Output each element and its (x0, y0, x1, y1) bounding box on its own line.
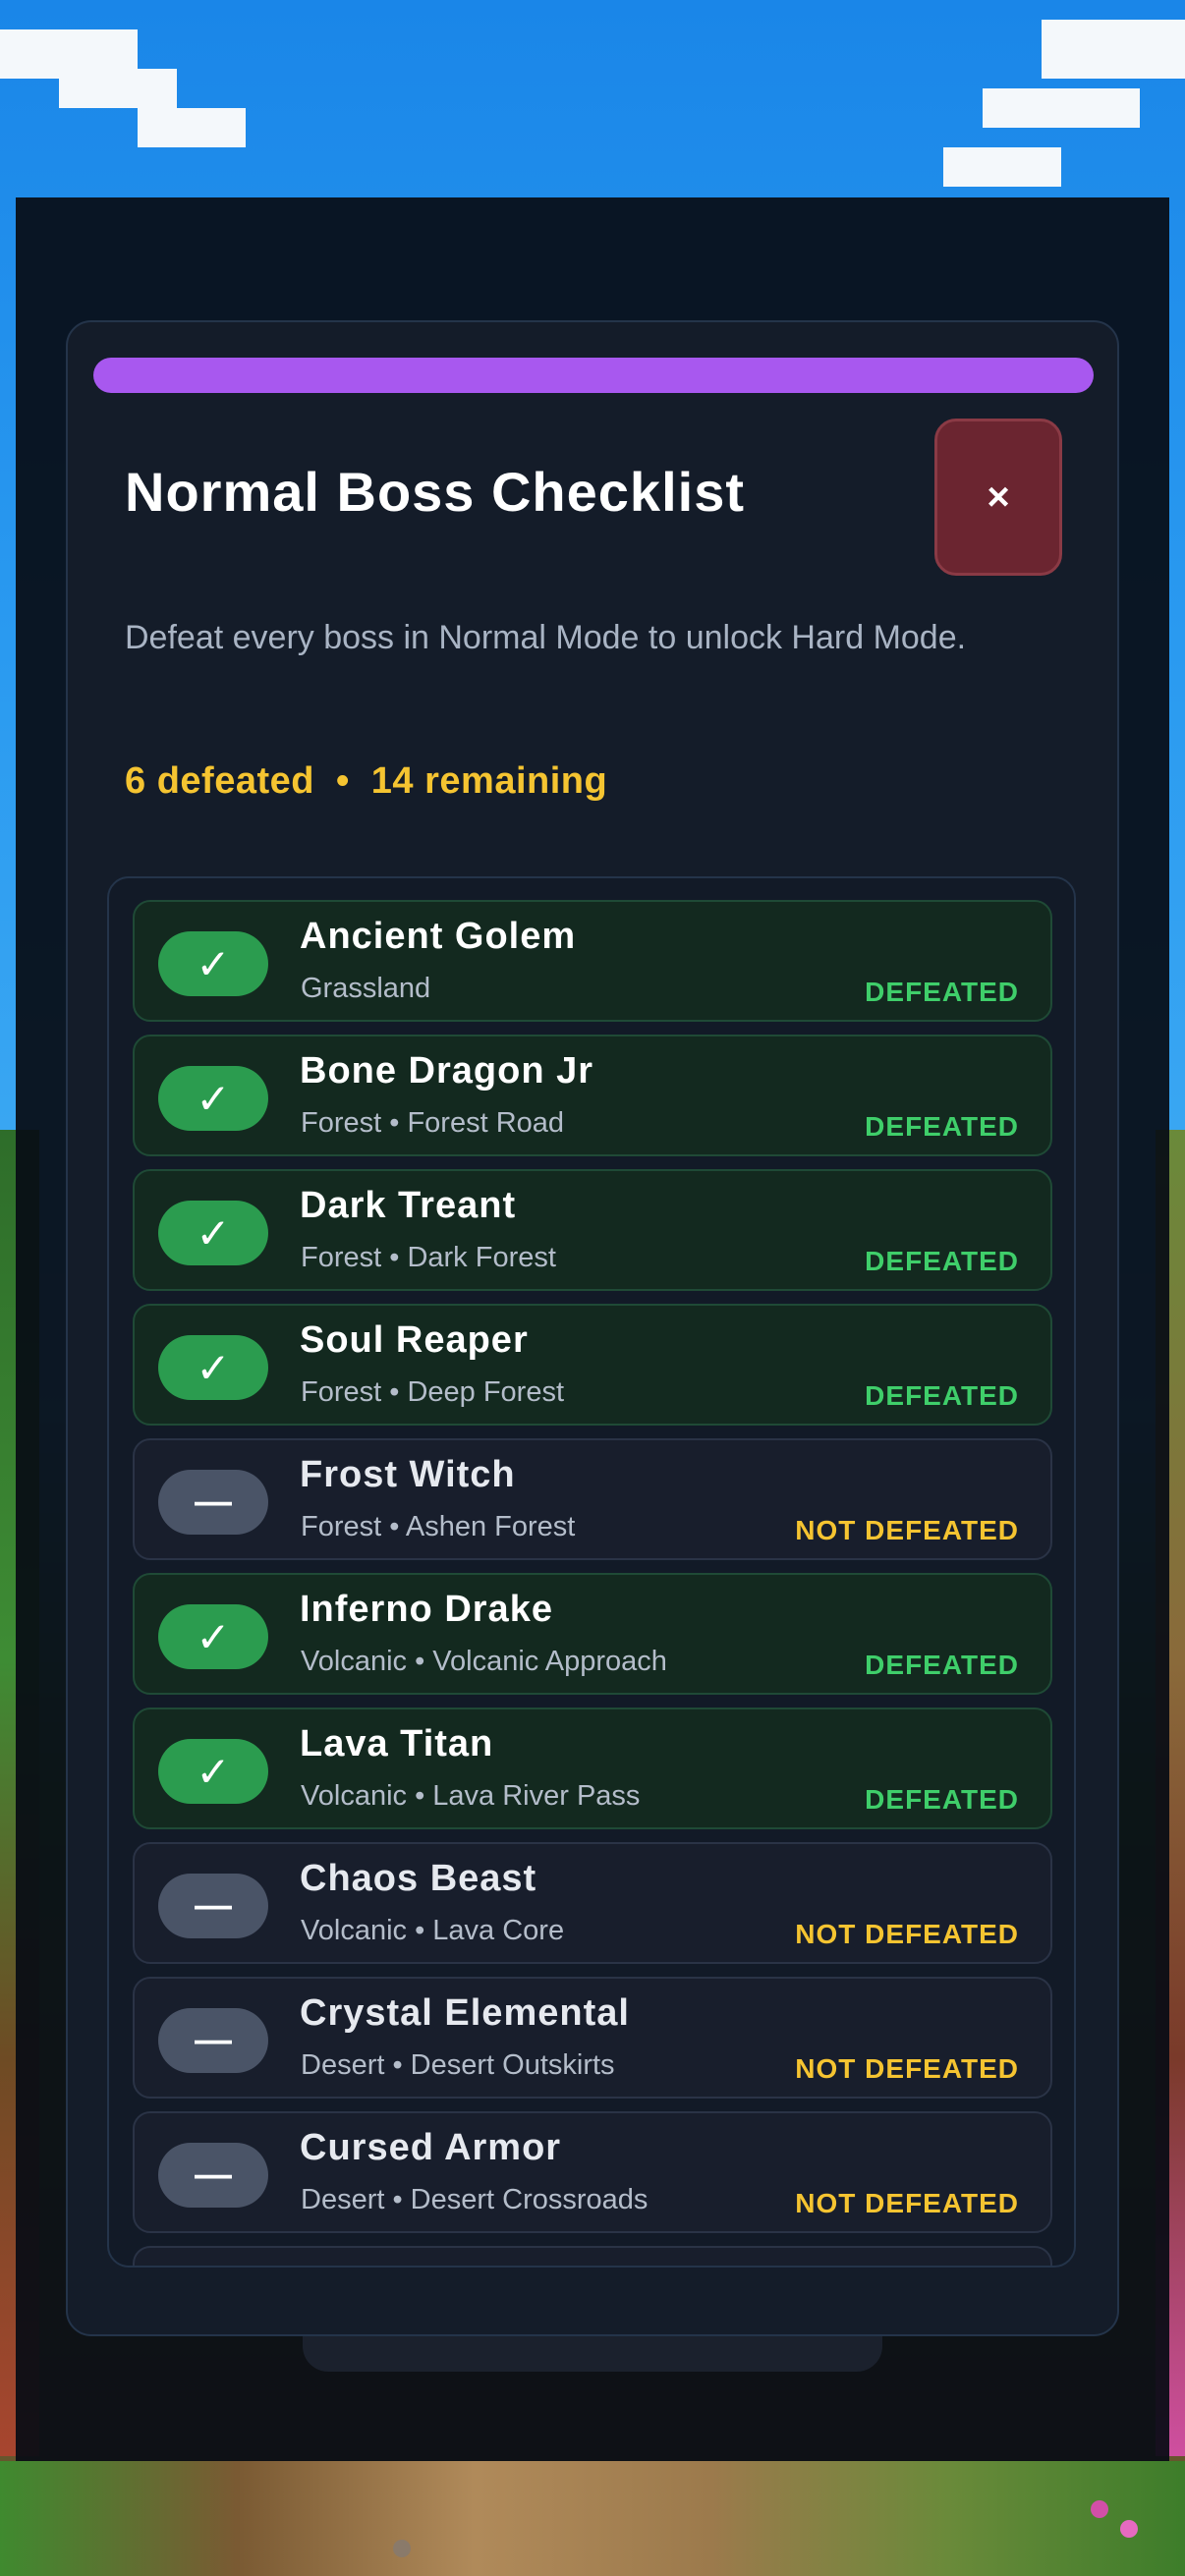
boss-location: Forest • Ashen Forest (301, 1511, 576, 1542)
boss-location: Forest • Forest Road (301, 1107, 565, 1139)
status-badge: DEFEATED (865, 1246, 1019, 1276)
boss-row[interactable]: ✓ Inferno Drake Volcanic • Volcanic Appr… (133, 1573, 1052, 1695)
boss-row[interactable]: ✓ Lava Titan Volcanic • Lava River Pass … (133, 1708, 1052, 1829)
ground-strip (0, 2461, 1185, 2576)
boss-list: ✓ Ancient Golem Grassland DEFEATED ✓ Bon… (133, 900, 1052, 2266)
boss-row-partial[interactable] (133, 2246, 1052, 2266)
check-icon: ✓ (158, 1604, 268, 1669)
check-icon: ✓ (158, 1201, 268, 1265)
remaining-count: 14 remaining (370, 760, 608, 802)
status-badge: DEFEATED (865, 1784, 1019, 1815)
boss-location: Volcanic • Lava Core (301, 1915, 565, 1946)
boss-name: Bone Dragon Jr (300, 1050, 594, 1092)
boss-name: Cursed Armor (300, 2127, 562, 2168)
boss-name: Ancient Golem (300, 916, 577, 957)
modal-title: Normal Boss Checklist (125, 461, 745, 523)
boss-name: Frost Witch (300, 1454, 516, 1495)
check-icon: ✓ (158, 931, 268, 996)
boss-row[interactable]: ✓ Soul Reaper Forest • Deep Forest DEFEA… (133, 1304, 1052, 1426)
status-badge: DEFEATED (865, 1111, 1019, 1142)
progress-summary: 6 defeated • 14 remaining (125, 760, 607, 803)
dash-icon: — (158, 2008, 268, 2073)
cloud (943, 147, 1061, 187)
status-badge: NOT DEFEATED (795, 2053, 1019, 2084)
boss-name: Lava Titan (300, 1723, 494, 1764)
status-badge: NOT DEFEATED (795, 1515, 1019, 1545)
boss-location: Desert • Desert Crossroads (301, 2184, 649, 2215)
status-badge: DEFEATED (865, 977, 1019, 1007)
check-icon: ✓ (158, 1335, 268, 1400)
check-icon: ✓ (158, 1066, 268, 1131)
defeated-count: 6 defeated (125, 760, 314, 802)
boss-row[interactable]: — Cursed Armor Desert • Desert Crossroad… (133, 2111, 1052, 2233)
boss-row[interactable]: — Frost Witch Forest • Ashen Forest NOT … (133, 1438, 1052, 1560)
boss-name: Soul Reaper (300, 1319, 529, 1361)
close-icon: × (987, 475, 1010, 519)
dash-icon: — (158, 1874, 268, 1938)
check-icon: ✓ (158, 1739, 268, 1804)
boss-checklist-modal: Normal Boss Checklist × Defeat every bos… (66, 320, 1119, 2336)
boss-location: Desert • Desert Outskirts (301, 2049, 615, 2081)
boss-row[interactable]: — Chaos Beast Volcanic • Lava Core NOT D… (133, 1842, 1052, 1964)
separator-dot: • (335, 760, 350, 802)
boss-location: Volcanic • Volcanic Approach (301, 1646, 667, 1677)
boss-name: Crystal Elemental (300, 1992, 630, 2034)
boss-row[interactable]: ✓ Dark Treant Forest • Dark Forest DEFEA… (133, 1169, 1052, 1291)
status-badge: DEFEATED (865, 1380, 1019, 1411)
boss-row[interactable]: ✓ Bone Dragon Jr Forest • Forest Road DE… (133, 1035, 1052, 1156)
cloud (59, 69, 177, 108)
cloud (983, 88, 1140, 128)
status-badge: NOT DEFEATED (795, 2188, 1019, 2218)
dash-icon: — (158, 2143, 268, 2208)
boss-name: Dark Treant (300, 1185, 517, 1226)
boss-name: Inferno Drake (300, 1589, 553, 1630)
status-badge: NOT DEFEATED (795, 1919, 1019, 1949)
boss-location: Forest • Dark Forest (301, 1242, 556, 1273)
boss-row[interactable]: — Crystal Elemental Desert • Desert Outs… (133, 1977, 1052, 2099)
boss-location: Volcanic • Lava River Pass (301, 1780, 641, 1812)
cloud (138, 108, 246, 147)
cloud (1042, 20, 1185, 79)
boss-location: Forest • Deep Forest (301, 1376, 565, 1408)
modal-subtitle: Defeat every boss in Normal Mode to unlo… (125, 619, 967, 656)
boss-row[interactable]: ✓ Ancient Golem Grassland DEFEATED (133, 900, 1052, 1022)
dash-icon: — (158, 1470, 268, 1535)
boss-list-container[interactable]: ✓ Ancient Golem Grassland DEFEATED ✓ Bon… (107, 876, 1076, 2268)
boss-name: Chaos Beast (300, 1858, 537, 1899)
close-button[interactable]: × (934, 419, 1062, 576)
boss-location: Grassland (301, 973, 431, 1004)
accent-bar (93, 358, 1094, 393)
status-badge: DEFEATED (865, 1650, 1019, 1680)
